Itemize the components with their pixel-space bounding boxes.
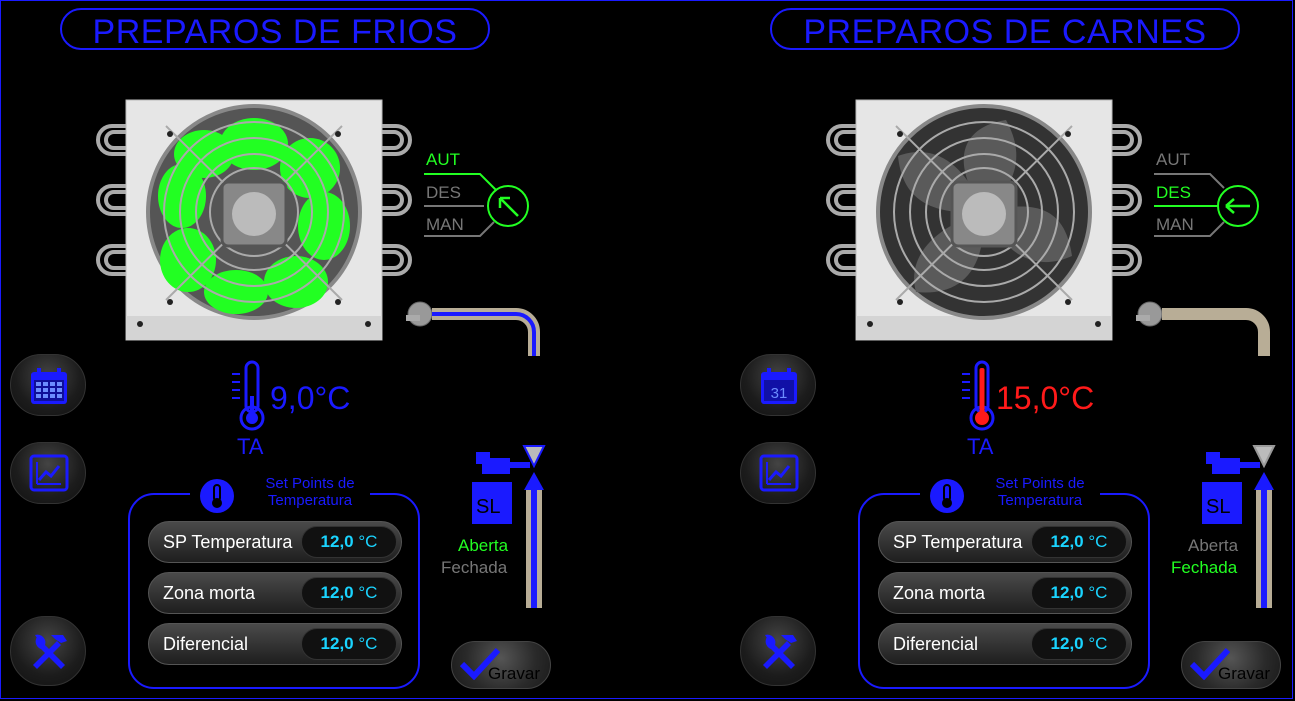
solenoid-valve: [1202, 445, 1276, 608]
thermometer-icon: [962, 360, 995, 431]
setpoints-header: Set Points de Temperatura: [920, 475, 1100, 513]
temperature-value: 15,0°C: [996, 380, 1095, 416]
save-button[interactable]: Gravar: [1181, 641, 1281, 689]
setpoint-label: Diferencial: [163, 634, 249, 654]
valve-open-label: Aberta: [1188, 536, 1239, 555]
setpoint-label: Diferencial: [893, 634, 979, 654]
temperature-tag: TA: [967, 434, 994, 459]
setpoint-row: SP Temperatura 12,0 °C: [148, 521, 402, 563]
save-label: Gravar: [488, 664, 540, 683]
setpoints-panel: Set Points de Temperatura SP Temperatura…: [858, 475, 1150, 689]
setpoint-row: Zona morta 12,0 °C: [878, 572, 1132, 614]
setpoint-row: SP Temperatura 12,0 °C: [878, 521, 1132, 563]
valve-closed-label: Fechada: [1171, 558, 1238, 577]
save-label: Gravar: [1218, 664, 1270, 683]
valve-open-label: Aberta: [458, 536, 509, 555]
setpoint-label: Zona morta: [163, 583, 256, 603]
setpoint-row: Diferencial 12,0 °C: [148, 623, 402, 665]
calendar-day-icon: 31: [761, 368, 797, 404]
setpoints-header: Set Points de Temperatura: [190, 475, 370, 513]
setpoint-value-field[interactable]: 12,0 °C: [1031, 577, 1127, 609]
thermometer-icon: [232, 360, 265, 431]
panel-carnes: PREPAROS DE CARNES 31 AUT DES MAN SL Abe…: [730, 0, 1295, 701]
panel-title: PREPAROS DE CARNES: [770, 8, 1240, 51]
tools-button[interactable]: [740, 616, 816, 686]
wrench-hammer-icon: [33, 634, 67, 669]
thermometer-badge-icon: [930, 479, 964, 513]
trend-chart-icon: [29, 454, 69, 492]
setpoint-value-field[interactable]: 12,0 °C: [301, 628, 397, 660]
tools-button[interactable]: [10, 616, 86, 686]
valve-tag: SL: [476, 496, 501, 518]
trend-chart-button[interactable]: [740, 442, 816, 504]
setpoints-title: Set Points de Temperatura: [995, 475, 1085, 509]
setpoint-label: Zona morta: [893, 583, 986, 603]
panel-frios: PREPAROS DE FRIOS AUT DES MAN SL Aberta …: [0, 0, 647, 701]
setpoint-label: SP Temperatura: [163, 532, 293, 552]
trend-chart-icon: [759, 454, 799, 492]
setpoint-value-field[interactable]: 12,0 °C: [1031, 526, 1127, 558]
solenoid-valve: [472, 445, 546, 608]
panel-title: PREPAROS DE FRIOS: [60, 8, 490, 51]
setpoint-value-field[interactable]: 12,0 °C: [301, 526, 397, 558]
setpoint-value-field[interactable]: 12,0 °C: [301, 577, 397, 609]
setpoint-label: SP Temperatura: [893, 532, 1023, 552]
thermometer-badge-icon: [200, 479, 234, 513]
wrench-hammer-icon: [763, 634, 797, 669]
setpoint-value-field[interactable]: 12,0 °C: [1031, 628, 1127, 660]
setpoint-row: Diferencial 12,0 °C: [878, 623, 1132, 665]
temperature-value: 9,0°C: [270, 380, 351, 416]
evaporator-unit: [96, 99, 540, 356]
trend-chart-button[interactable]: [10, 442, 86, 504]
setpoints-panel: Set Points de Temperatura SP Temperatura…: [128, 475, 420, 689]
valve-closed-label: Fechada: [441, 558, 508, 577]
setpoints-title: Set Points de Temperatura: [265, 475, 355, 509]
calendar-grid-icon: [31, 368, 67, 404]
valve-tag: SL: [1206, 496, 1231, 518]
save-button[interactable]: Gravar: [451, 641, 551, 689]
mode-selector-switch[interactable]: [422, 166, 532, 240]
schedule-button[interactable]: 31: [740, 354, 816, 416]
schedule-button[interactable]: [10, 354, 86, 416]
svg-text:31: 31: [771, 385, 788, 402]
temperature-tag: TA: [237, 434, 264, 459]
mode-selector-switch[interactable]: [1152, 166, 1262, 240]
setpoint-row: Zona morta 12,0 °C: [148, 572, 402, 614]
